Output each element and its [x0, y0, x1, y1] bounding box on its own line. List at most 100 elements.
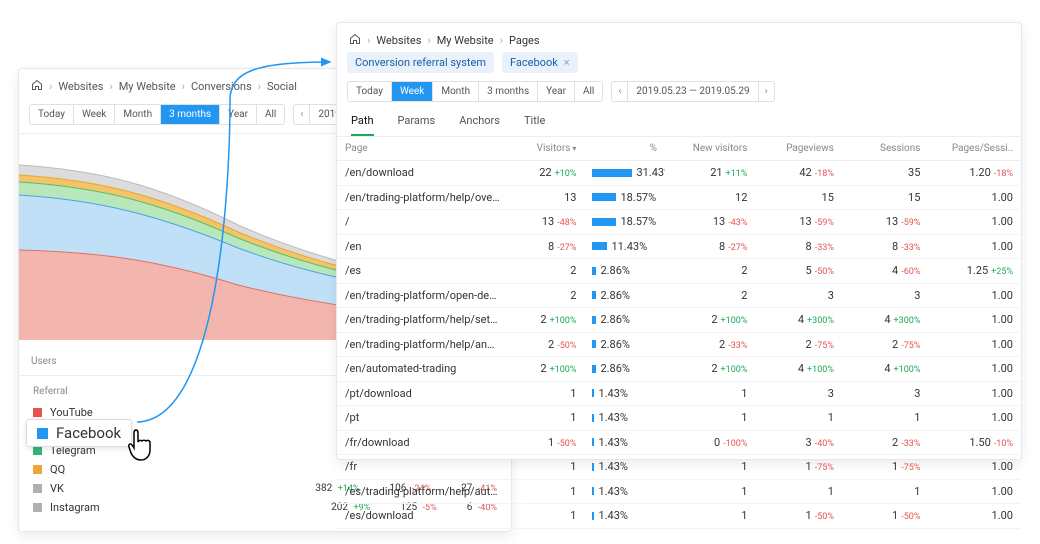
cell: 1 — [665, 406, 756, 431]
tab-title[interactable]: Title — [524, 114, 545, 136]
cell: 1 — [665, 381, 756, 406]
cell: 3 — [755, 283, 842, 308]
table-row[interactable]: /en/trading-platform/open-demo22.86%2331… — [337, 283, 1021, 308]
col-header[interactable]: New visitors — [665, 137, 756, 161]
cell: 1 — [665, 479, 756, 504]
pages-table: PageVisitors▾%New visitorsPageviewsSessi… — [337, 137, 1021, 529]
filter-chip-facebook[interactable]: Facebook× — [502, 52, 578, 73]
cell: 12 — [665, 185, 756, 210]
table-row[interactable]: /en/automated-trading2+100%2.86%2+100%4+… — [337, 357, 1021, 382]
cell: 1.20-18% — [928, 161, 1021, 186]
range-3-months[interactable]: 3 months — [161, 105, 220, 124]
cell: 1.43% — [584, 381, 664, 406]
range-year[interactable]: Year — [538, 82, 575, 101]
range-month[interactable]: Month — [115, 105, 161, 124]
cell: 8-33% — [755, 234, 842, 259]
cell: 42-18% — [755, 161, 842, 186]
table-row[interactable]: /fr/download1-50%1.43%0-100%3-40%2-33%1.… — [337, 430, 1021, 455]
cell: 13-59% — [842, 210, 929, 235]
crumb[interactable]: Pages — [509, 34, 540, 47]
range-today[interactable]: Today — [348, 82, 392, 101]
table-row[interactable]: /en/trading-platform/help/setup/settin..… — [337, 308, 1021, 333]
crumb[interactable]: Conversions — [191, 80, 252, 93]
crumb[interactable]: Websites — [58, 80, 103, 93]
col-header[interactable]: % — [584, 137, 664, 161]
range-segment-left: TodayWeekMonth3 monthsYearAll — [29, 104, 285, 125]
table-row[interactable]: /en/trading-platform/help/analytics/te..… — [337, 332, 1021, 357]
chevron-right-icon: › — [258, 80, 261, 93]
table-row[interactable]: /pt11.43%1111.00 — [337, 406, 1021, 431]
crumb[interactable]: Social — [267, 80, 297, 93]
cell: 13-48% — [508, 210, 584, 235]
cell: 1.43% — [584, 479, 664, 504]
cell: 1 — [842, 406, 929, 431]
referral-label: QQ — [50, 463, 65, 476]
color-swatch — [33, 446, 42, 455]
range-today[interactable]: Today — [30, 105, 74, 124]
color-swatch — [33, 408, 42, 417]
cell: 2.86% — [584, 259, 664, 284]
chevron-left-icon[interactable]: ‹ — [294, 105, 310, 124]
range-3-months[interactable]: 3 months — [479, 82, 538, 101]
table-row[interactable]: /en8-27%11.43%8-27%8-33%8-33%1.00 — [337, 234, 1021, 259]
right-panel: › Websites › My Website › Pages Conversi… — [336, 22, 1022, 460]
col-header[interactable]: Visitors▾ — [508, 137, 584, 161]
cell: 1.00 — [928, 479, 1021, 504]
cell: 2-33% — [665, 332, 756, 357]
table-row[interactable]: /13-48%18.57%13-43%13-59%13-59%1.00 — [337, 210, 1021, 235]
cell: 3 — [842, 283, 929, 308]
cell: 21+11% — [665, 161, 756, 186]
cell: /en/trading-platform/open-demo — [337, 283, 508, 308]
cell: 1 — [665, 455, 756, 480]
cell: 2+100% — [508, 308, 584, 333]
cell: /pt — [337, 406, 508, 431]
table-row[interactable]: /es/trading-platform/help/autotrading/..… — [337, 479, 1021, 504]
cell: 2-75% — [842, 332, 929, 357]
cell: /fr/download — [337, 430, 508, 455]
range-all[interactable]: All — [575, 82, 602, 101]
cursor-hand-icon — [126, 428, 156, 465]
table-row[interactable]: /es22.86%25-50%4-60%1.25+25% — [337, 259, 1021, 284]
content-tabs: Path Params Anchors Title — [337, 108, 1021, 137]
table-row[interactable]: /en/download22+10%31.43%21+11%42-18%351.… — [337, 161, 1021, 186]
home-icon[interactable] — [31, 79, 43, 94]
range-year[interactable]: Year — [220, 105, 257, 124]
referral-highlight-facebook[interactable]: Facebook — [26, 419, 132, 447]
col-header[interactable]: Sessions — [842, 137, 929, 161]
cell: 1.00 — [928, 406, 1021, 431]
range-week[interactable]: Week — [74, 105, 115, 124]
range-all[interactable]: All — [257, 105, 284, 124]
cell: /en/automated-trading — [337, 357, 508, 382]
range-month[interactable]: Month — [433, 82, 479, 101]
chevron-left-icon[interactable]: ‹ — [612, 82, 628, 101]
date-picker-right[interactable]: ‹ 2019.05.23 — 2019.05.29 › — [611, 81, 774, 102]
filter-chip-system[interactable]: Conversion referral system — [347, 52, 494, 73]
table-row[interactable]: /pt/download11.43%1331.00 — [337, 381, 1021, 406]
home-icon[interactable] — [349, 33, 361, 48]
cell: /en — [337, 234, 508, 259]
cell: 2+100% — [508, 357, 584, 382]
range-week[interactable]: Week — [392, 82, 433, 101]
cell: 1.00 — [928, 357, 1021, 382]
table-row[interactable]: /fr11.43%11-75%1-75%1.00 — [337, 455, 1021, 480]
color-swatch — [33, 503, 42, 512]
chevron-right-icon: › — [427, 34, 430, 47]
table-row[interactable]: /en/trading-platform/help/overview/da..1… — [337, 185, 1021, 210]
table-row[interactable]: /es/download11.43%11-50%1-50%1.00 — [337, 504, 1021, 529]
tab-path[interactable]: Path — [351, 114, 374, 136]
cell: 3 — [755, 381, 842, 406]
crumb[interactable]: My Website — [437, 34, 494, 47]
crumb[interactable]: Websites — [376, 34, 421, 47]
tab-params[interactable]: Params — [398, 114, 436, 136]
cell: 1 — [508, 455, 584, 480]
col-header[interactable]: Pageviews — [755, 137, 842, 161]
cell: 4+100% — [755, 357, 842, 382]
col-header[interactable]: Pages/Sessi.. — [928, 137, 1021, 161]
referral-label: Facebook — [56, 424, 121, 442]
close-icon[interactable]: × — [564, 56, 570, 69]
cell: 2-33% — [842, 430, 929, 455]
crumb[interactable]: My Website — [119, 80, 176, 93]
chevron-right-icon[interactable]: › — [758, 82, 774, 101]
tab-anchors[interactable]: Anchors — [459, 114, 500, 136]
col-header[interactable]: Page — [337, 137, 508, 161]
